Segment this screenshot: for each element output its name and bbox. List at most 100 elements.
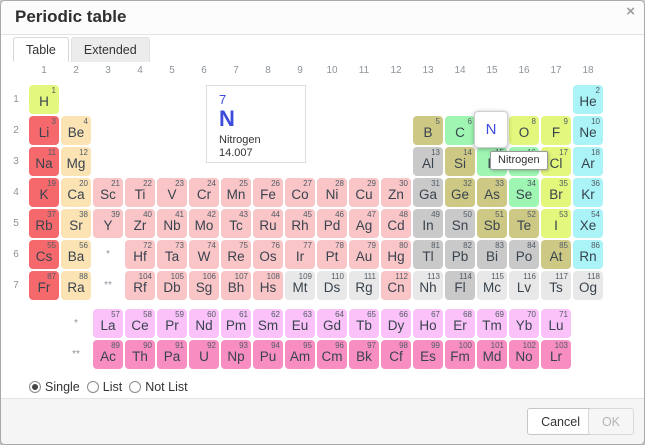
element-cell-Ac[interactable]: 89Ac (93, 340, 123, 369)
element-cell-Fe[interactable]: 26Fe (253, 178, 283, 207)
element-cell-Og[interactable]: 118Og (573, 271, 603, 300)
element-cell-Sg[interactable]: 106Sg (189, 271, 219, 300)
element-cell-Pm[interactable]: 61Pm (221, 309, 251, 338)
element-cell-V[interactable]: 23V (157, 178, 187, 207)
element-cell-Nd[interactable]: 60Nd (189, 309, 219, 338)
element-cell-Er[interactable]: 68Er (445, 309, 475, 338)
element-cell-Cd[interactable]: 48Cd (381, 209, 411, 238)
element-cell-Ts[interactable]: 117Ts (541, 271, 571, 300)
element-cell-Zn[interactable]: 30Zn (381, 178, 411, 207)
element-cell-Sb[interactable]: 51Sb (477, 209, 507, 238)
element-cell-Ba[interactable]: 56Ba (61, 240, 91, 269)
element-cell-Li[interactable]: 3Li (29, 116, 59, 145)
element-cell-Md[interactable]: 101Md (477, 340, 507, 369)
element-cell-Ge[interactable]: 32Ge (445, 178, 475, 207)
element-cell-Ra[interactable]: 88Ra (61, 271, 91, 300)
cancel-button[interactable]: Cancel (527, 408, 594, 435)
element-cell-U[interactable]: 92U (189, 340, 219, 369)
element-cell-Xe[interactable]: 54Xe (573, 209, 603, 238)
element-cell-Hg[interactable]: 80Hg (381, 240, 411, 269)
element-cell-Pb[interactable]: 82Pb (445, 240, 475, 269)
element-cell-Po[interactable]: 84Po (509, 240, 539, 269)
element-cell-Am[interactable]: 95Am (285, 340, 315, 369)
element-cell-Re[interactable]: 75Re (221, 240, 251, 269)
element-cell-Pt[interactable]: 78Pt (317, 240, 347, 269)
element-cell-H[interactable]: 1H (29, 85, 59, 114)
element-cell-Y[interactable]: 39Y (93, 209, 123, 238)
element-cell-Np[interactable]: 93Np (221, 340, 251, 369)
element-cell-Hs[interactable]: 108Hs (253, 271, 283, 300)
element-cell-Bi[interactable]: 83Bi (477, 240, 507, 269)
element-cell-He[interactable]: 2He (573, 85, 603, 114)
element-cell-Sn[interactable]: 50Sn (445, 209, 475, 238)
element-cell-Ti[interactable]: 22Ti (125, 178, 155, 207)
element-cell-Pu[interactable]: 94Pu (253, 340, 283, 369)
element-cell-K[interactable]: 19K (29, 178, 59, 207)
element-cell-F[interactable]: 9F (541, 116, 571, 145)
element-cell-Lr[interactable]: 103Lr (541, 340, 571, 369)
element-cell-Cs[interactable]: 55Cs (29, 240, 59, 269)
element-cell-Lv[interactable]: 116Lv (509, 271, 539, 300)
element-cell-Mc[interactable]: 115Mc (477, 271, 507, 300)
element-cell-Mo[interactable]: 42Mo (189, 209, 219, 238)
element-cell-Rn[interactable]: 86Rn (573, 240, 603, 269)
element-cell-Ru[interactable]: 44Ru (253, 209, 283, 238)
radio-not-list[interactable]: Not List (129, 380, 187, 394)
element-cell-Th[interactable]: 90Th (125, 340, 155, 369)
element-cell-Fr[interactable]: 87Fr (29, 271, 59, 300)
element-cell-Rb[interactable]: 37Rb (29, 209, 59, 238)
element-cell-N[interactable]: N (474, 111, 508, 148)
radio-not-list-icon[interactable] (129, 381, 141, 393)
element-cell-Fm[interactable]: 100Fm (445, 340, 475, 369)
element-cell-Tb[interactable]: 65Tb (349, 309, 379, 338)
element-cell-Tm[interactable]: 69Tm (477, 309, 507, 338)
element-cell-Ar[interactable]: 18Ar (573, 147, 603, 176)
element-cell-Tc[interactable]: 43Tc (221, 209, 251, 238)
element-cell-Kr[interactable]: 36Kr (573, 178, 603, 207)
element-cell-Be[interactable]: 4Be (61, 116, 91, 145)
radio-single-icon[interactable] (29, 381, 41, 393)
element-cell-Cn[interactable]: 112Cn (381, 271, 411, 300)
element-cell-Se[interactable]: 34Se (509, 178, 539, 207)
element-cell-Sc[interactable]: 21Sc (93, 178, 123, 207)
element-cell-Au[interactable]: 79Au (349, 240, 379, 269)
element-cell-Sr[interactable]: 38Sr (61, 209, 91, 238)
element-cell-Dy[interactable]: 66Dy (381, 309, 411, 338)
element-cell-Ni[interactable]: 28Ni (317, 178, 347, 207)
element-cell-Es[interactable]: 99Es (413, 340, 443, 369)
element-cell-Eu[interactable]: 63Eu (285, 309, 315, 338)
element-cell-Gd[interactable]: 64Gd (317, 309, 347, 338)
element-cell-W[interactable]: 74W (189, 240, 219, 269)
element-cell-No[interactable]: 102No (509, 340, 539, 369)
element-cell-Na[interactable]: 11Na (29, 147, 59, 176)
element-cell-Bk[interactable]: 97Bk (349, 340, 379, 369)
element-cell-Pd[interactable]: 46Pd (317, 209, 347, 238)
element-cell-Fl[interactable]: 114Fl (445, 271, 475, 300)
element-cell-Tl[interactable]: 81Tl (413, 240, 443, 269)
element-cell-Cm[interactable]: 96Cm (317, 340, 347, 369)
element-cell-Ho[interactable]: 67Ho (413, 309, 443, 338)
element-cell-Os[interactable]: 76Os (253, 240, 283, 269)
element-cell-Mg[interactable]: 12Mg (61, 147, 91, 176)
radio-list[interactable]: List (87, 380, 122, 394)
element-cell-In[interactable]: 49In (413, 209, 443, 238)
element-cell-I[interactable]: 53I (541, 209, 571, 238)
element-cell-Cr[interactable]: 24Cr (189, 178, 219, 207)
element-cell-Sm[interactable]: 62Sm (253, 309, 283, 338)
element-cell-Bh[interactable]: 107Bh (221, 271, 251, 300)
element-cell-Rf[interactable]: 104Rf (125, 271, 155, 300)
element-cell-Ds[interactable]: 110Ds (317, 271, 347, 300)
element-cell-Cf[interactable]: 98Cf (381, 340, 411, 369)
element-cell-Nh[interactable]: 113Nh (413, 271, 443, 300)
element-cell-Cu[interactable]: 29Cu (349, 178, 379, 207)
element-cell-At[interactable]: 85At (541, 240, 571, 269)
element-cell-Pa[interactable]: 91Pa (157, 340, 187, 369)
element-cell-Ga[interactable]: 31Ga (413, 178, 443, 207)
element-cell-B[interactable]: 5B (413, 116, 443, 145)
radio-single[interactable]: Single (29, 380, 80, 394)
element-cell-Al[interactable]: 13Al (413, 147, 443, 176)
element-cell-Te[interactable]: 52Te (509, 209, 539, 238)
element-cell-Zr[interactable]: 40Zr (125, 209, 155, 238)
element-cell-Ag[interactable]: 47Ag (349, 209, 379, 238)
element-cell-O[interactable]: 8O (509, 116, 539, 145)
